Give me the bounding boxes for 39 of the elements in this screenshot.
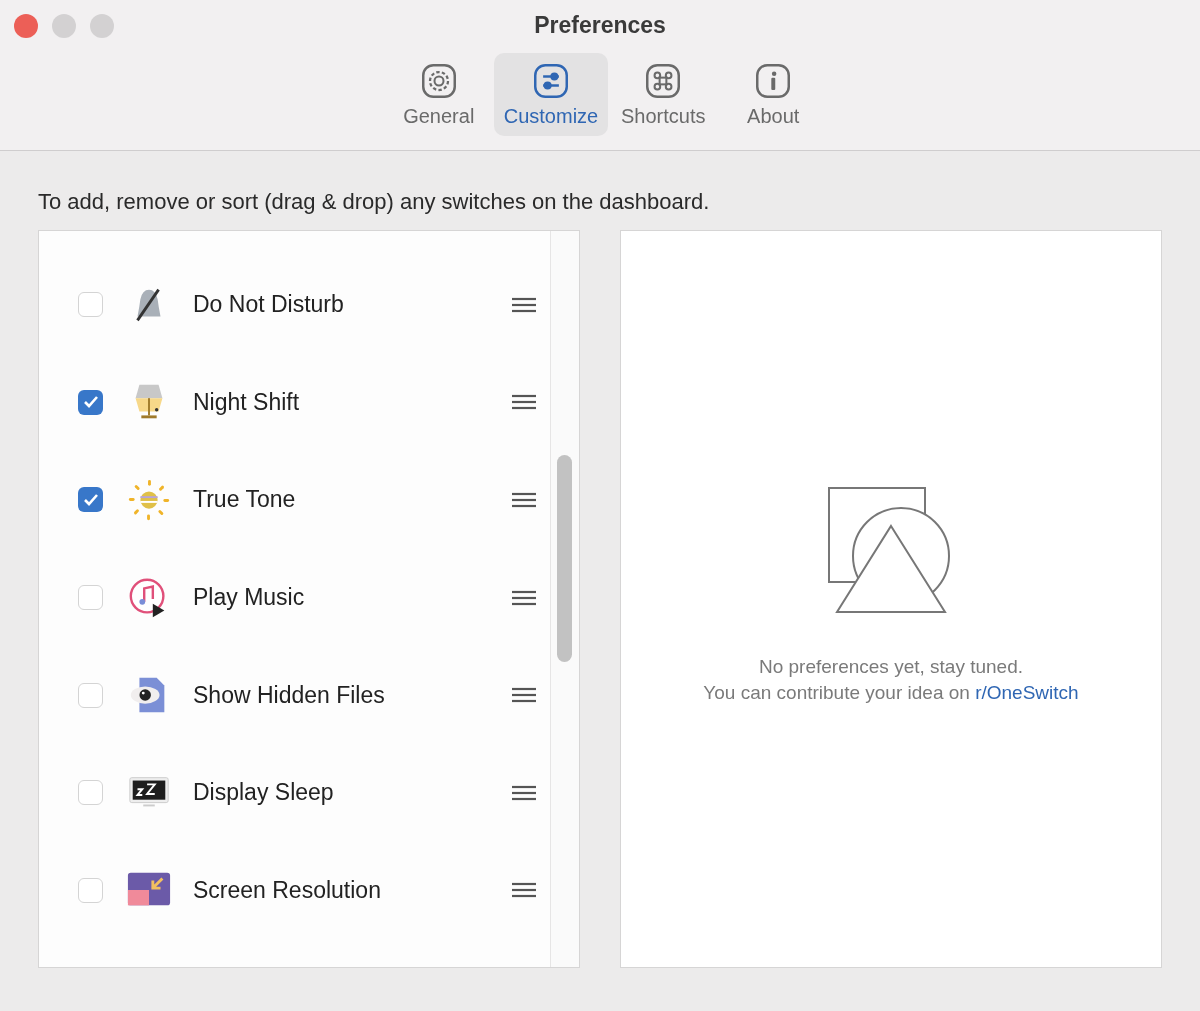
switch-name: Screen Resolution (193, 876, 382, 904)
checkmark-icon (82, 493, 99, 507)
drag-handle-icon[interactable] (512, 784, 536, 801)
empty-message: No preferences yet, stay tuned. (758, 655, 1023, 679)
scrollbar-thumb[interactable] (557, 455, 572, 662)
checkmark-icon (82, 395, 99, 410)
switch-name: True Tone (193, 486, 297, 514)
subreddit-link[interactable]: r/OneSwitch (975, 682, 1079, 703)
toolbar-tab[interactable]: Shortcuts (608, 53, 719, 136)
drag-handle-icon[interactable] (512, 296, 536, 313)
checkbox[interactable] (78, 780, 103, 806)
switch-name: Play Music (193, 584, 306, 612)
close-window-button[interactable] (14, 14, 38, 38)
switch-name: Do Not Disturb (193, 291, 345, 319)
drag-handle-icon[interactable] (512, 492, 536, 508)
sun-icon (126, 477, 172, 523)
checkbox[interactable] (78, 487, 103, 513)
drag-handle-icon[interactable] (512, 882, 536, 899)
toolbar-tab[interactable]: Customize (493, 53, 609, 136)
command-key-icon (645, 63, 682, 99)
checkbox[interactable] (78, 877, 103, 903)
window-title: Preferences (534, 12, 666, 39)
info-icon (755, 63, 792, 99)
switch-name: Night Shift (193, 388, 301, 416)
switch-name: Display Sleep (193, 779, 335, 807)
settings-icon (420, 63, 457, 99)
switch-name: Show Hidden Files (193, 681, 386, 709)
toolbar-tab[interactable]: General (383, 53, 494, 136)
drag-handle-icon[interactable] (512, 589, 536, 606)
sliders-icon (533, 63, 569, 99)
drag-handle-icon[interactable] (512, 687, 536, 704)
contribute-text: You can contribute your idea on r/OneSwitch (703, 681, 1079, 705)
toolbar-tab[interactable]: About (718, 53, 829, 136)
instructions-text: To add, remove or sort (drag & drop) any switches on the dashboard. (38, 189, 711, 215)
checkbox[interactable] (78, 292, 103, 318)
checkbox[interactable] (78, 389, 103, 415)
checkbox[interactable] (78, 585, 103, 611)
checkbox[interactable] (78, 682, 103, 708)
drag-handle-icon[interactable] (512, 394, 536, 411)
